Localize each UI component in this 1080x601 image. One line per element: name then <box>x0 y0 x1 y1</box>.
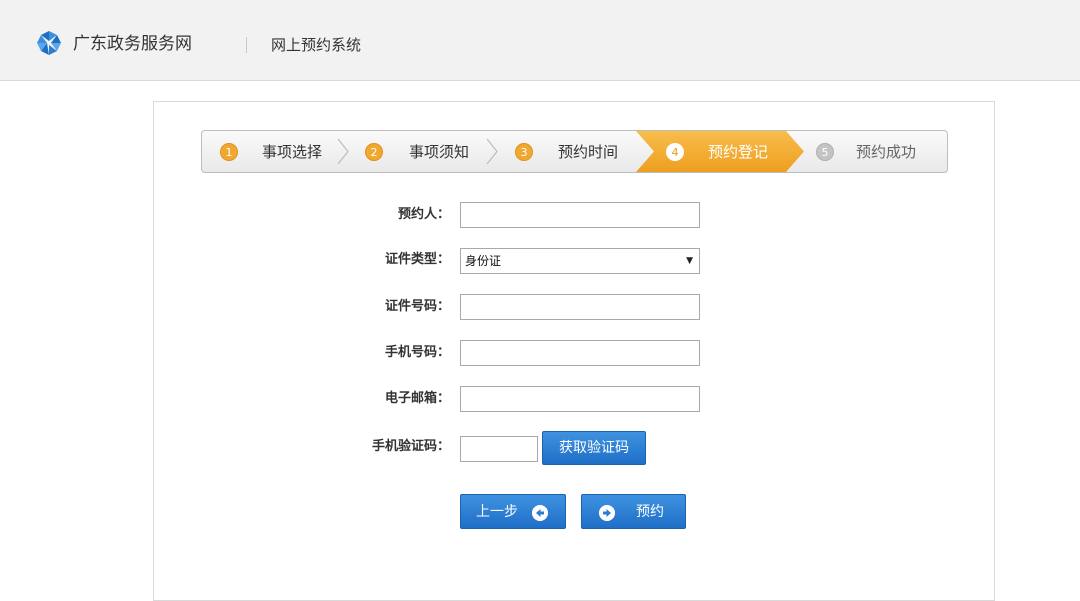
id-number-input[interactable] <box>460 294 700 320</box>
step-number: 2 <box>365 143 383 161</box>
sms-code-input[interactable] <box>460 436 538 462</box>
chevron-right-icon <box>337 138 349 165</box>
system-name: 网上预约系统 <box>271 36 362 54</box>
arrow-right-circle-icon <box>599 505 615 521</box>
id-number-label: 证件号码： <box>384 299 450 314</box>
prev-step-button[interactable]: 上一步 <box>460 494 566 529</box>
step-label: 预约成功 <box>856 143 917 161</box>
phone-input[interactable] <box>460 340 700 366</box>
step-progress-bar: 1 事项选择 2 事项须知 3 预约时间 4 预约登记 5 预约成功 <box>201 130 948 173</box>
header-divider <box>246 37 247 53</box>
step-number: 3 <box>515 143 533 161</box>
top-header: 广东政务服务网 网上预约系统 <box>0 0 1080 81</box>
id-type-selected-value: 身份证 <box>465 254 502 268</box>
step-label: 事项选择 <box>262 143 323 161</box>
submit-appointment-button[interactable]: 预约 <box>581 494 686 529</box>
step-label: 事项须知 <box>409 143 470 161</box>
step-label: 预约登记 <box>708 143 769 161</box>
id-type-label: 证件类型： <box>384 252 450 267</box>
email-input[interactable] <box>460 386 700 412</box>
email-label: 电子邮箱： <box>384 391 450 406</box>
site-name[interactable]: 广东政务服务网 <box>73 32 192 56</box>
arrow-left-circle-icon <box>532 505 548 521</box>
get-code-button[interactable]: 获取验证码 <box>542 431 646 465</box>
step-number: 4 <box>666 143 684 161</box>
submit-label: 预约 <box>636 504 664 520</box>
step-number: 1 <box>220 143 238 161</box>
phone-label: 手机号码： <box>384 345 450 360</box>
logo-icon <box>37 31 61 55</box>
sms-code-label: 手机验证码： <box>371 439 450 454</box>
dropdown-arrow-icon: ▼ <box>686 256 693 266</box>
chevron-right-icon <box>486 138 498 165</box>
name-input[interactable] <box>460 202 700 228</box>
name-label: 预约人： <box>397 207 450 222</box>
step-label: 预约时间 <box>558 143 619 161</box>
prev-step-label: 上一步 <box>476 504 518 520</box>
step-number: 5 <box>816 143 834 161</box>
id-type-select[interactable]: 身份证 ▼ <box>460 248 700 274</box>
